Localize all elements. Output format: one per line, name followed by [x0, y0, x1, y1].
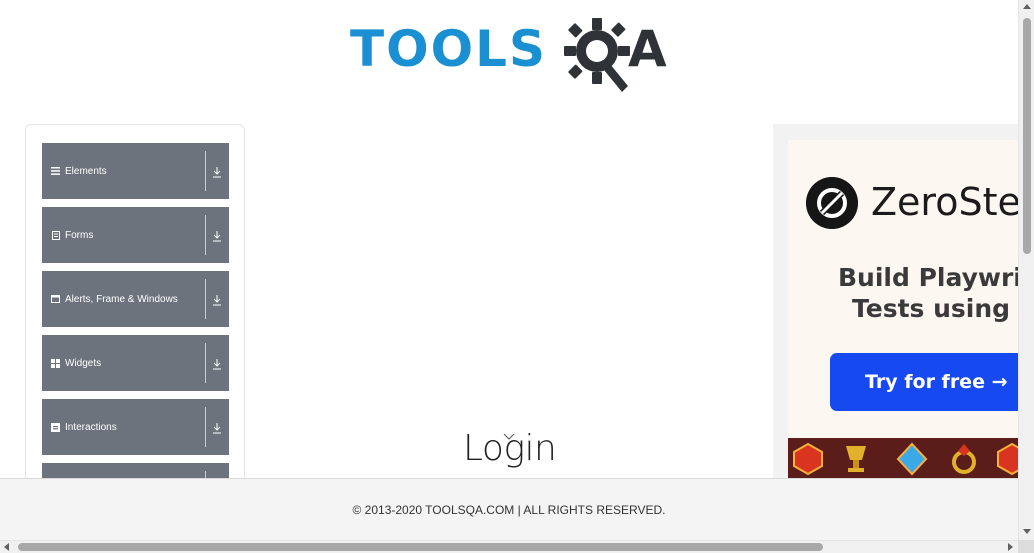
group-forms[interactable]: Forms — [42, 207, 229, 263]
list-icon — [51, 167, 60, 176]
horizontal-scroll-thumb[interactable] — [18, 543, 823, 551]
footer-copyright: © 2013-2020 TOOLSQA.COM | ALL RIGHTS RES… — [352, 502, 666, 517]
scroll-left-arrow-icon[interactable] — [4, 543, 9, 551]
gold-cup-icon — [846, 446, 866, 472]
download-arrow-icon — [213, 167, 221, 178]
page-viewport: TOOLS A Elements Forms Alerts, Frame & W… — [0, 0, 1018, 540]
scrollbar-corner — [1018, 540, 1034, 553]
red-gem-icon — [997, 442, 1018, 476]
ring-icon — [952, 444, 976, 474]
ad-headline-line2: Tests using A — [852, 294, 1018, 323]
interaction-icon — [51, 422, 60, 432]
grid-icon — [51, 358, 60, 368]
chevron-down-icon — [503, 433, 515, 440]
group-alerts-frame-windows[interactable]: Alerts, Frame & Windows — [42, 271, 229, 327]
scroll-right-arrow-icon[interactable] — [1008, 543, 1013, 551]
scroll-down-arrow-icon[interactable] — [1023, 529, 1031, 534]
download-arrow-icon — [213, 231, 221, 242]
form-icon — [51, 230, 60, 240]
group-interactions[interactable]: Interactions — [42, 399, 229, 455]
download-arrow-icon — [213, 423, 221, 434]
horizontal-scrollbar[interactable] — [0, 540, 1018, 553]
red-gem-icon — [793, 442, 823, 476]
zerostep-logo-icon — [806, 177, 858, 229]
divider — [205, 151, 206, 191]
ad-card: ZeroSte Build Playwrigh Tests using A Tr… — [788, 140, 1018, 440]
ad-banner[interactable]: ZeroSte Build Playwrigh Tests using A Tr… — [773, 124, 1018, 480]
toolsqa-logo[interactable]: TOOLS A — [350, 14, 680, 94]
divider — [205, 343, 206, 383]
divider — [205, 215, 206, 255]
download-arrow-icon — [213, 295, 221, 306]
scroll-up-arrow-icon[interactable] — [1023, 4, 1031, 9]
left-nav-panel: Elements Forms Alerts, Frame & Windows W… — [25, 124, 245, 524]
group-label: Interactions — [65, 421, 117, 433]
group-elements[interactable]: Elements — [42, 143, 229, 199]
vertical-scroll-thumb[interactable] — [1023, 18, 1031, 254]
vertical-scrollbar[interactable] — [1018, 0, 1034, 540]
group-widgets[interactable]: Widgets — [42, 335, 229, 391]
download-arrow-icon — [213, 359, 221, 370]
divider — [205, 279, 206, 319]
ad-game-strip — [788, 438, 1018, 480]
divider — [205, 407, 206, 447]
ad-headline-line1: Build Playwrigh — [838, 263, 1018, 292]
logo-text: TOOLS — [350, 20, 547, 78]
ad-headline: Build Playwrigh Tests using A — [838, 262, 1018, 324]
gear-magnifier-icon — [564, 18, 630, 92]
ad-cta-button[interactable]: Try for free → — [830, 353, 1018, 411]
ad-brand: ZeroSte — [871, 180, 1018, 224]
footer: © 2013-2020 TOOLSQA.COM | ALL RIGHTS RES… — [0, 478, 1018, 540]
window-icon — [51, 295, 60, 304]
group-label: Alerts, Frame & Windows — [65, 293, 178, 305]
group-label: Forms — [65, 229, 94, 241]
group-label: Elements — [65, 165, 107, 177]
group-label: Widgets — [65, 357, 102, 369]
logo-suffix: A — [628, 20, 667, 78]
blue-gem-icon — [896, 442, 928, 476]
